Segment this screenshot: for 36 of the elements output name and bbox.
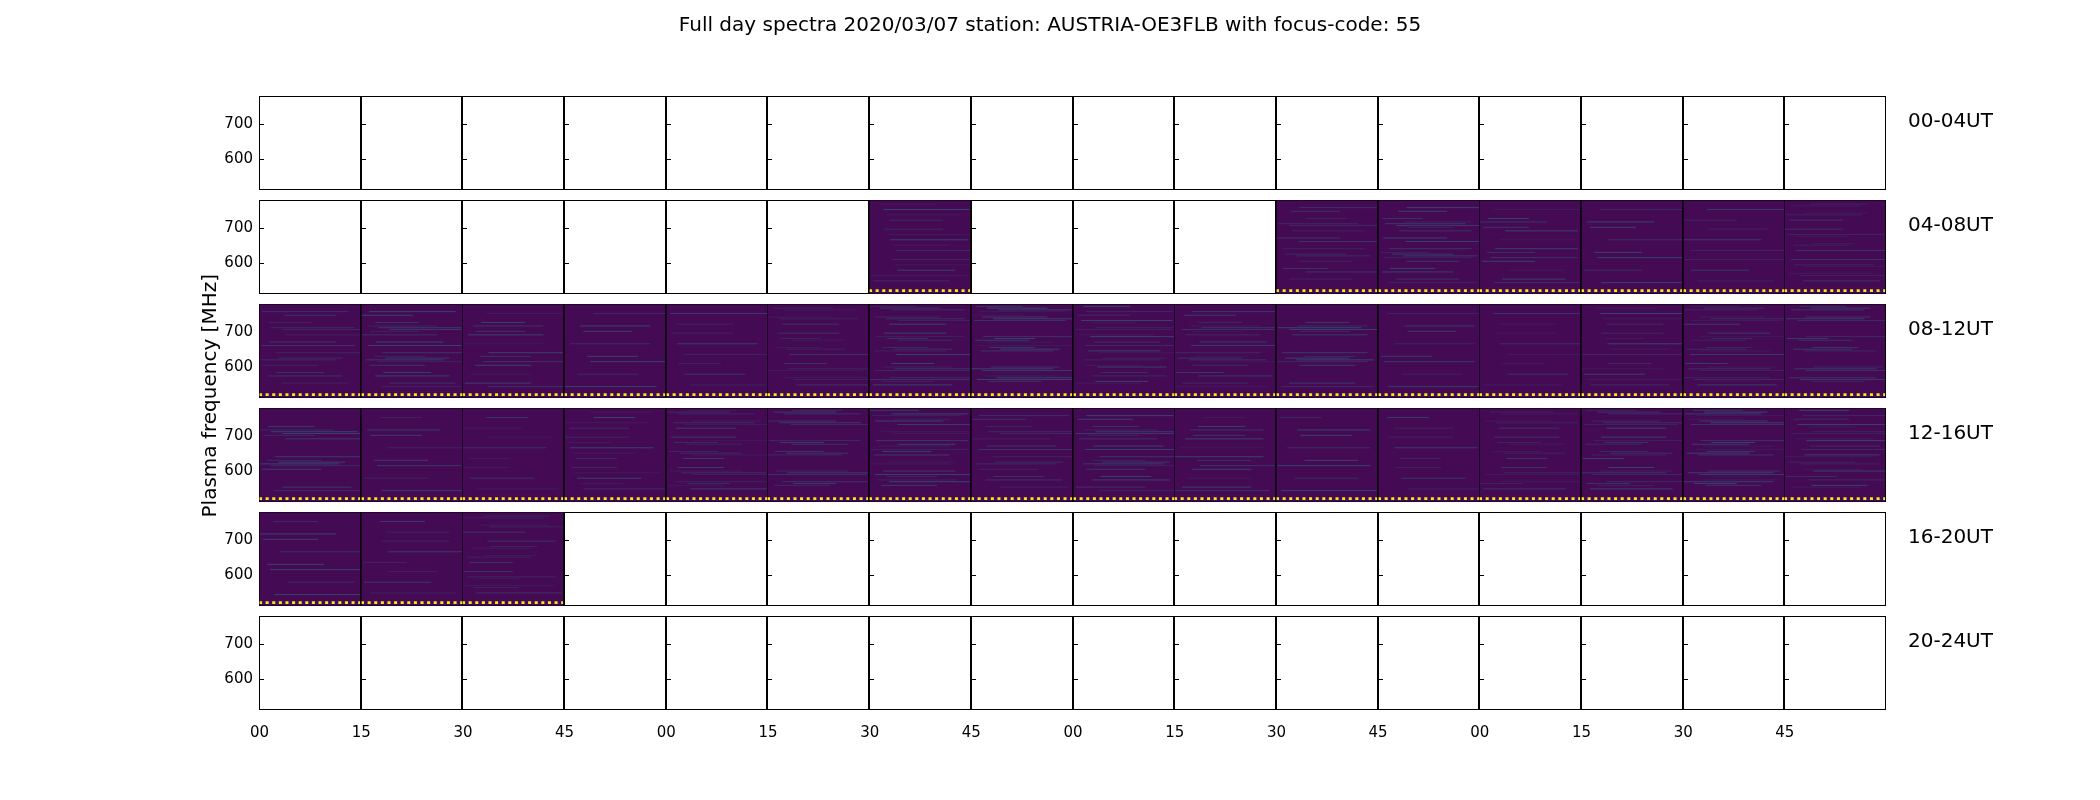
y-tick-label: 600 xyxy=(224,669,253,687)
row-time-label: 16-20UT xyxy=(1908,523,1993,550)
x-tick-label: 30 xyxy=(1266,723,1286,741)
x-tick-label: 30 xyxy=(1673,723,1693,741)
y-tick-label: 700 xyxy=(224,530,253,548)
row-time-label: 12-16UT xyxy=(1908,419,1993,446)
x-tick-label: 00 xyxy=(1063,723,1083,741)
y-tick-label: 600 xyxy=(224,565,253,583)
y-tick-label: 700 xyxy=(224,114,253,132)
x-tick-label: 15 xyxy=(351,723,371,741)
y-axis-label: Plasma frequency [MHz] xyxy=(197,274,221,518)
y-tick-label: 600 xyxy=(224,357,253,375)
x-tick-label: 15 xyxy=(1571,723,1592,741)
row-time-label: 08-12UT xyxy=(1908,315,1993,342)
x-tick-label: 00 xyxy=(656,723,676,741)
y-tick-label: 600 xyxy=(224,149,253,167)
x-tick-label: 45 xyxy=(555,723,575,741)
row-time-label: 00-04UT xyxy=(1908,107,1993,134)
row-time-label: 20-24UT xyxy=(1908,627,1993,654)
x-tick-label: 00 xyxy=(250,723,270,741)
y-tick-label: 600 xyxy=(224,461,253,479)
x-tick-label: 45 xyxy=(1368,723,1388,741)
y-tick-label: 700 xyxy=(224,322,253,340)
row-time-label: 04-08UT xyxy=(1908,211,1993,238)
x-tick-label: 45 xyxy=(961,723,981,741)
figure-title: Full day spectra 2020/03/07 station: AUSTRIA-OE3FLB with focus-code: 55 xyxy=(677,12,1423,36)
x-tick-label: 15 xyxy=(1165,723,1185,741)
y-tick-label: 700 xyxy=(224,218,253,236)
x-tick-label: 30 xyxy=(453,723,473,741)
y-tick-label: 700 xyxy=(224,634,253,652)
x-tick-label: 00 xyxy=(1470,723,1490,741)
y-tick-label: 600 xyxy=(224,253,253,271)
x-tick-label: 15 xyxy=(758,723,778,741)
y-tick-label: 700 xyxy=(224,426,253,444)
x-tick-label: 45 xyxy=(1775,723,1795,741)
x-tick-label: 30 xyxy=(860,723,880,741)
